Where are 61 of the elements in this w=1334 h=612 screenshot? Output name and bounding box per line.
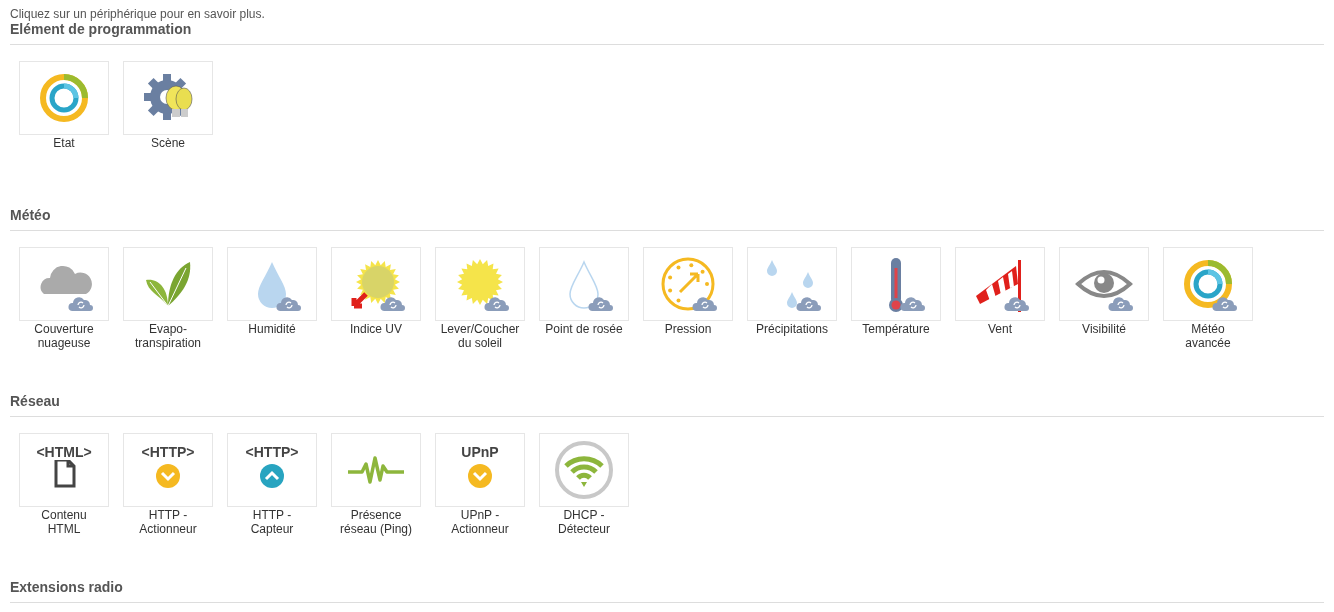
cloud-refresh-icon: [484, 294, 510, 311]
cloud-refresh-icon: [796, 294, 822, 311]
device-tile[interactable]: [1163, 247, 1253, 321]
device-tile[interactable]: [539, 433, 629, 507]
icon-text: <HTTP>: [245, 444, 299, 460]
device-label: UPnP - Actionneur: [450, 508, 510, 536]
device-tile[interactable]: [123, 61, 213, 135]
cloud-refresh-icon: [380, 294, 406, 311]
device-label: Humidité: [247, 322, 297, 336]
device-label: DHCP - Détecteur: [557, 508, 611, 536]
device-label: HTTP - Capteur: [249, 508, 295, 536]
device-label: Indice UV: [349, 322, 403, 336]
device-label: Evapo- transpiration: [133, 322, 202, 350]
device-label: Visibilité: [1081, 322, 1127, 336]
device-label: Etat: [52, 136, 76, 150]
device-label: HTTP - Actionneur: [138, 508, 198, 536]
device-tile[interactable]: [1059, 247, 1149, 321]
device-label: Température: [861, 322, 931, 336]
device-tile[interactable]: [539, 247, 629, 321]
device-label: Contenu HTML: [40, 508, 88, 536]
device-label: Scène: [150, 136, 186, 150]
cloud-refresh-icon: [276, 294, 302, 311]
cloud-refresh-icon: [588, 294, 614, 311]
icon-text: UPnP: [461, 444, 499, 460]
device-label: Précipitations: [754, 322, 829, 336]
device-tile[interactable]: [227, 247, 317, 321]
cloud-refresh-icon: [68, 294, 94, 311]
device-tile[interactable]: [331, 433, 421, 507]
section-heading: Météo: [10, 207, 1324, 231]
device-tile[interactable]: [747, 247, 837, 321]
cloud-refresh-icon: [1212, 294, 1238, 311]
device-label: Présence réseau (Ping): [338, 508, 413, 536]
device-label: Point de rosée: [544, 322, 624, 336]
device-tile[interactable]: [435, 247, 525, 321]
device-tile[interactable]: [955, 247, 1045, 321]
device-label: Vent: [987, 322, 1013, 336]
cloud-refresh-icon: [900, 294, 926, 311]
device-tile[interactable]: [19, 247, 109, 321]
device-tile[interactable]: [643, 247, 733, 321]
cloud-refresh-icon: [1108, 294, 1134, 311]
device-label: Couverture nuageuse: [33, 322, 95, 350]
icon-text: <HTML>: [36, 444, 92, 460]
device-label: Météo avancée: [1184, 322, 1232, 350]
device-label: Pression: [663, 322, 713, 336]
device-tile[interactable]: [851, 247, 941, 321]
device-tile[interactable]: [19, 61, 109, 135]
cloud-refresh-icon: [1004, 294, 1030, 311]
section-heading: Réseau: [10, 393, 1324, 417]
device-label: Lever/Coucher du soleil: [439, 322, 521, 350]
device-tile[interactable]: [123, 247, 213, 321]
device-tile[interactable]: UPnP: [435, 433, 525, 507]
instruction-text: Cliquez sur un périphérique pour en savoir plus.: [10, 7, 266, 21]
device-tile[interactable]: <HTML>: [19, 433, 109, 507]
device-tile[interactable]: [331, 247, 421, 321]
icon-text: <HTTP>: [141, 444, 195, 460]
device-tile[interactable]: <HTTP>: [227, 433, 317, 507]
cloud-refresh-icon: [692, 294, 718, 311]
section-heading: Extensions radio: [10, 579, 1324, 603]
wifi-icon: [554, 440, 614, 500]
section-heading: Elément de programmation: [10, 21, 1324, 45]
device-tile[interactable]: <HTTP>: [123, 433, 213, 507]
